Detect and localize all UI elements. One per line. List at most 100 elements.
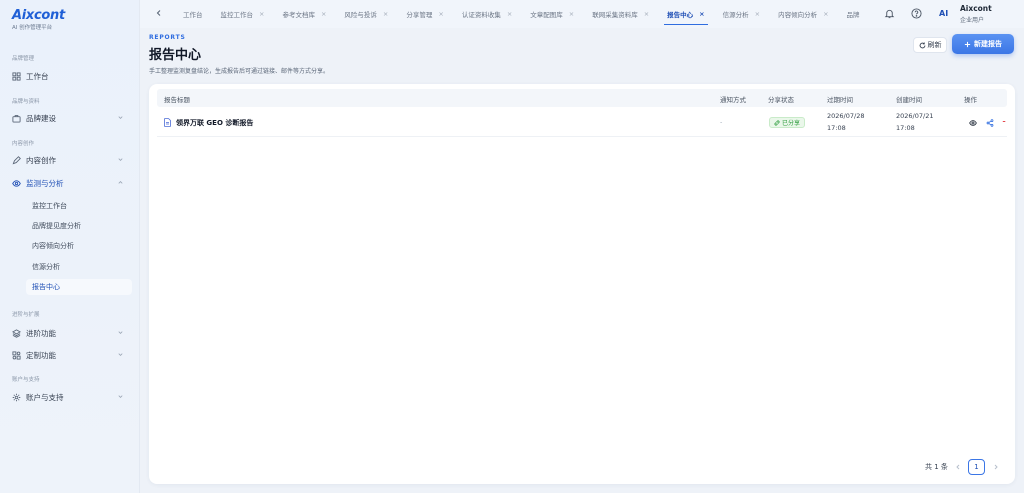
sidebar-item-monitoring[interactable]: 监测与分析 <box>6 174 132 192</box>
user-role: 企业用户 <box>960 17 985 24</box>
chevron-down-icon <box>117 156 124 163</box>
sidebar-item-label: 定制功能 <box>26 350 56 360</box>
tab-label: 内容倾向分析 <box>778 11 818 19</box>
report-title[interactable]: 领界万联 GEO 诊断报告 <box>176 118 253 128</box>
new-report-label: 新建报告 <box>974 40 1002 48</box>
table-row[interactable]: 领界万联 GEO 诊断报告 - 已分享 2026/07/28 17:08 202… <box>157 109 1007 137</box>
section-title-brand-mgmt: 品牌管理 <box>12 56 35 62</box>
tab-risk-complaints[interactable]: 风险与投诉 × <box>335 0 397 28</box>
help-icon[interactable] <box>911 8 922 19</box>
tab-brand[interactable]: 品牌 <box>838 0 869 28</box>
tab-label: 文章配图库 <box>530 11 563 19</box>
brand-logo: Aixcont <box>12 8 65 23</box>
briefcase-icon <box>12 114 21 123</box>
sidebar-item-label: 工作台 <box>26 71 49 81</box>
chevron-down-icon <box>117 114 124 121</box>
page-eyebrow: REPORTS <box>149 34 186 41</box>
tab-label: 联网采集资料库 <box>592 11 638 19</box>
tab-label: 品牌 <box>846 11 860 19</box>
tab-label: 工作台 <box>183 11 203 19</box>
close-icon[interactable]: × <box>321 10 326 18</box>
create-date: 2026/07/21 <box>896 112 934 120</box>
column-header-expire: 过期时间 <box>827 96 853 104</box>
brand[interactable]: Aixcont AI 创作管理平台 <box>12 8 65 31</box>
status-badge: 已分享 <box>769 117 806 128</box>
close-icon[interactable]: × <box>644 10 649 18</box>
tab-bar: 工作台 监控工作台 × 参考文档库 × 风险与投诉 × 分享管理 × 认证资料收集 × 文… <box>174 0 869 28</box>
tab-monitor-workbench[interactable]: 监控工作台 × <box>212 0 274 28</box>
refresh-button[interactable]: 刷新 <box>913 37 947 53</box>
new-report-button[interactable]: 新建报告 <box>952 34 1014 54</box>
topbar: 工作台 监控工作台 × 参考文档库 × 风险与投诉 × 分享管理 × 认证资料收集 × 文… <box>140 0 1024 28</box>
sidebar-subitem-report-center[interactable]: 报告中心 <box>26 279 132 295</box>
sidebar-subitem-brand-visibility[interactable]: 品牌提见度分析 <box>26 218 132 234</box>
sidebar-item-custom[interactable]: 定制功能 <box>6 346 132 364</box>
column-header-share-status: 分享状态 <box>768 96 794 104</box>
page-number-button[interactable]: 1 <box>968 459 985 475</box>
close-icon[interactable]: × <box>507 10 512 18</box>
close-icon[interactable]: × <box>569 10 574 18</box>
tab-workbench[interactable]: 工作台 <box>174 0 212 28</box>
share-icon[interactable] <box>986 119 994 127</box>
tab-source-analysis[interactable]: 信源分析 × <box>714 0 769 28</box>
column-header-actions: 操作 <box>964 96 977 104</box>
column-header-created: 创建时间 <box>896 96 922 104</box>
sidebar-subitem-source-analysis[interactable]: 信源分析 <box>26 259 132 275</box>
sidebar-item-account[interactable]: 账户与支持 <box>6 388 132 406</box>
tab-certification[interactable]: 认证资料收集 × <box>453 0 521 28</box>
sidebar-item-label: 内容创作 <box>26 155 56 165</box>
section-title-advanced: 进阶与扩展 <box>12 312 40 318</box>
sidebar-item-advanced[interactable]: 进阶功能 <box>6 324 132 342</box>
tab-content-tendency[interactable]: 内容倾向分析 × <box>769 0 837 28</box>
tab-label: 报告中心 <box>667 11 694 19</box>
chevron-down-icon <box>117 329 124 336</box>
plus-icon <box>964 41 971 48</box>
sidebar-item-brand-building[interactable]: 品牌建设 <box>6 109 132 127</box>
tab-reference-docs[interactable]: 参考文档库 × <box>273 0 335 28</box>
sidebar-item-label: 进阶功能 <box>26 328 56 338</box>
sidebar-item-label: 监测与分析 <box>26 178 64 188</box>
tab-report-center[interactable]: 报告中心 × <box>658 0 713 28</box>
delete-icon[interactable] <box>1002 119 1006 127</box>
close-icon[interactable]: × <box>383 10 388 18</box>
table-header: 报告标题 通知方式 分享状态 过期时间 创建时间 操作 <box>157 89 1007 107</box>
sidebar-subitem-monitor-workbench[interactable]: 监控工作台 <box>26 198 132 214</box>
tab-share-mgmt[interactable]: 分享管理 × <box>397 0 452 28</box>
chevron-right-icon[interactable] <box>993 464 999 470</box>
close-icon[interactable]: × <box>438 10 443 18</box>
close-icon[interactable]: × <box>823 10 828 18</box>
sidebar-item-content-creation[interactable]: 内容创作 <box>6 151 132 169</box>
tab-label: 风险与投诉 <box>344 11 377 19</box>
refresh-icon <box>919 42 926 49</box>
create-time: 17:08 <box>896 124 915 132</box>
tab-label: 认证资料收集 <box>461 11 501 19</box>
tab-label: 分享管理 <box>406 11 433 19</box>
sidebar-item-workbench[interactable]: 工作台 <box>6 67 132 85</box>
puzzle-icon <box>12 350 21 360</box>
page-title: 报告中心 <box>149 48 202 63</box>
sidebar-subitem-content-tendency[interactable]: 内容倾向分析 <box>26 238 132 254</box>
bell-icon[interactable] <box>884 8 895 19</box>
brand-subtitle: AI 创作管理平台 <box>12 25 53 31</box>
avatar[interactable]: AI <box>939 9 948 18</box>
gear-icon <box>12 393 21 402</box>
close-icon[interactable]: × <box>259 10 264 18</box>
tab-label: 参考文档库 <box>282 11 315 19</box>
tab-article-images[interactable]: 文章配图库 × <box>521 0 583 28</box>
user-name[interactable]: Aixcont <box>960 4 992 13</box>
refresh-label: 刷新 <box>927 41 942 49</box>
tab-web-collection[interactable]: 联网采集资料库 × <box>583 0 658 28</box>
sidebar: Aixcont AI 创作管理平台 品牌管理 工作台 品牌与资料 品牌建设 内容… <box>0 0 140 493</box>
close-icon[interactable]: × <box>699 10 704 18</box>
tab-label: 监控工作台 <box>220 11 254 19</box>
chevron-left-icon[interactable] <box>955 464 961 470</box>
chevron-down-icon <box>117 393 124 400</box>
grid-icon <box>12 71 21 81</box>
report-table-panel: 报告标题 通知方式 分享状态 过期时间 创建时间 操作 领界万联 GEO 诊断报… <box>149 84 1015 484</box>
close-icon[interactable]: × <box>755 10 760 18</box>
chevron-left-icon[interactable] <box>154 8 164 18</box>
sidebar-item-label: 账户与支持 <box>26 392 64 402</box>
section-title-account: 账户与支持 <box>12 377 40 383</box>
view-icon[interactable] <box>969 119 977 127</box>
status-text: 已分享 <box>782 120 801 127</box>
